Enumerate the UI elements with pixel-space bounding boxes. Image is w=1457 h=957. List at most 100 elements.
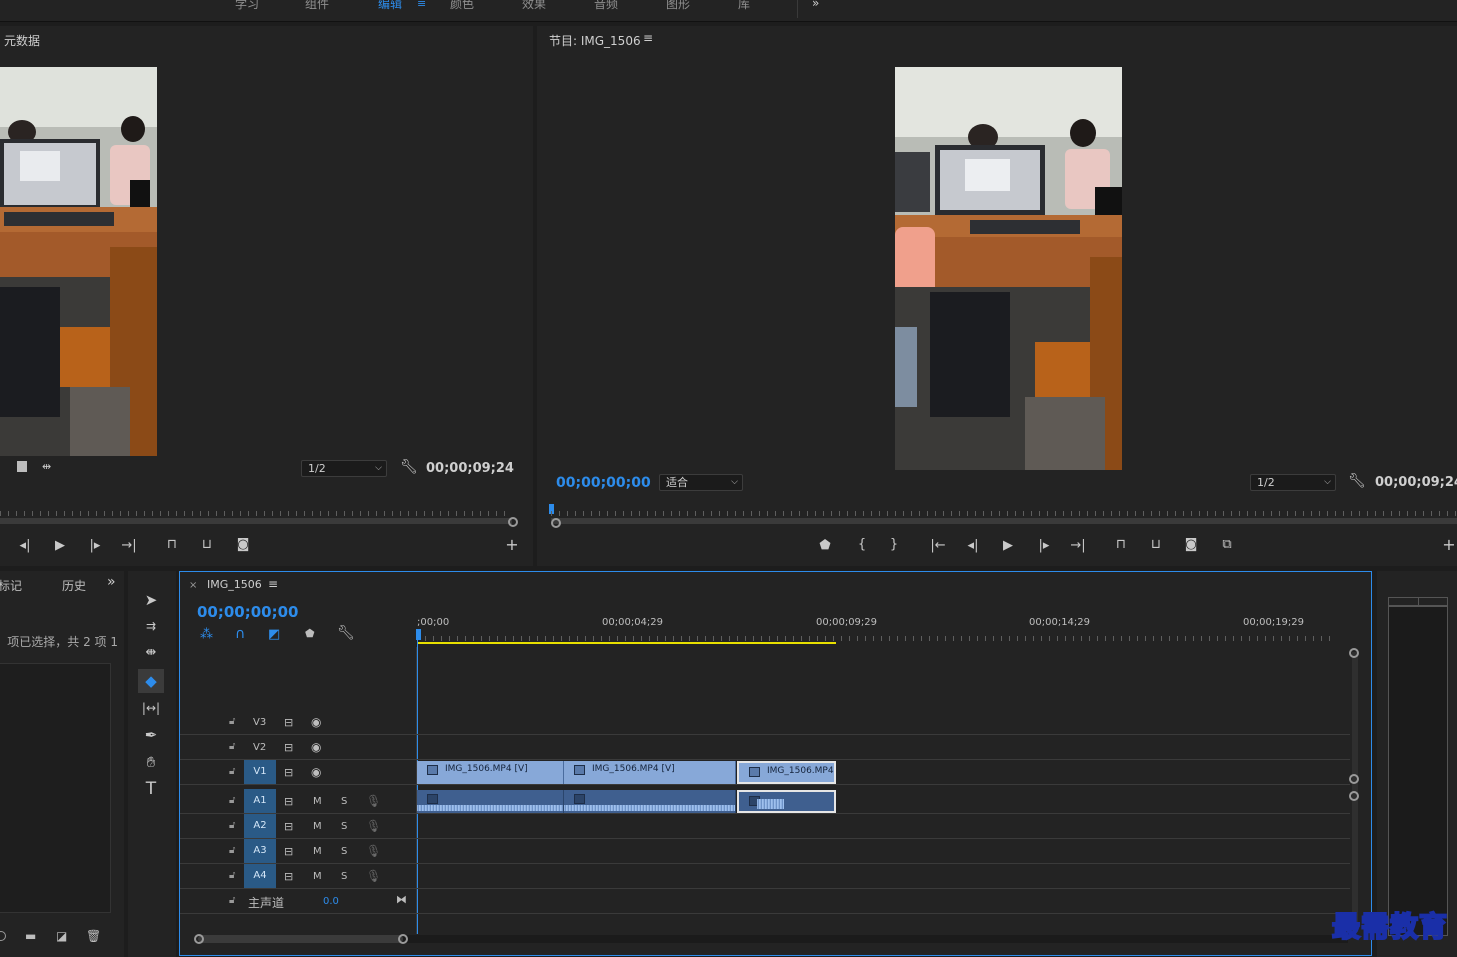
solo-button[interactable]: S	[341, 846, 347, 857]
program-panel-title[interactable]: 节目: IMG_1506	[549, 32, 641, 49]
trash-icon[interactable]: 🗑︎	[86, 929, 101, 943]
nest-icon[interactable]: ⁂	[200, 627, 213, 642]
eye-icon[interactable]: ◉	[311, 715, 321, 729]
workspace-editing[interactable]: 编辑	[378, 0, 402, 12]
add-button-icon[interactable]: +	[1440, 537, 1457, 553]
video-clip-3-selected[interactable]: IMG_1506.MP4	[737, 761, 836, 784]
sync-lock-icon[interactable]: ⊟	[284, 716, 293, 729]
source-zoom-bar[interactable]	[0, 518, 512, 524]
track-a2[interactable]: 🔓︎ A2 ⊟ M S 🎙︎	[180, 814, 1350, 839]
track-label-v3[interactable]: V3	[253, 717, 266, 728]
program-time-ruler[interactable]	[551, 504, 1457, 518]
sync-lock-icon[interactable]: ⊟	[284, 870, 293, 883]
workspace-learn[interactable]: 学习	[235, 0, 259, 12]
project-list[interactable]	[0, 663, 111, 913]
lock-icon[interactable]: 🔓︎	[229, 895, 235, 906]
program-current-timecode[interactable]: 00;00;00;00	[556, 475, 651, 491]
sync-lock-icon[interactable]: ⊟	[284, 741, 293, 754]
eye-icon[interactable]: ◉	[311, 740, 321, 754]
go-to-out-icon[interactable]: →|	[1069, 539, 1087, 553]
audio-clip-3-selected[interactable]	[737, 790, 836, 813]
track-label-v1[interactable]: V1	[244, 760, 276, 784]
lock-icon[interactable]: 🔓︎	[229, 870, 235, 881]
folder-icon[interactable]: ▬	[25, 929, 36, 943]
mute-button[interactable]: M	[313, 871, 322, 882]
add-marker-icon[interactable]: ⬟	[305, 627, 315, 640]
track-label-v2[interactable]: V2	[253, 742, 266, 753]
new-item-icon[interactable]: ◪	[56, 929, 67, 943]
panel-overflow-icon[interactable]: »	[107, 574, 116, 590]
camera-icon[interactable]: ◙	[234, 538, 252, 552]
work-area-bar[interactable]	[417, 642, 836, 644]
add-button-icon[interactable]: +	[503, 537, 521, 553]
add-marker-icon[interactable]: ⬟	[816, 539, 834, 553]
scroll-handle-audio[interactable]	[1349, 791, 1359, 801]
source-zoom-handle[interactable]	[508, 517, 518, 527]
eye-icon[interactable]: ◉	[311, 765, 321, 779]
lock-icon[interactable]: 🔓︎	[229, 795, 235, 806]
workspace-audio[interactable]: 音频	[594, 0, 618, 12]
microphone-icon[interactable]: 🎙︎	[366, 869, 381, 883]
step-back-icon[interactable]: ◂|	[16, 539, 34, 553]
track-label-a3[interactable]: A3	[244, 839, 276, 863]
zoom-handle-left[interactable]	[194, 934, 204, 944]
panel-menu-icon[interactable]: ≡	[268, 577, 278, 591]
track-v3[interactable]: 🔓︎ V3 ⊟ ◉	[180, 710, 1350, 735]
extract-icon[interactable]: ⊔	[1147, 538, 1165, 552]
audio-clip-1[interactable]	[417, 790, 564, 813]
solo-button[interactable]: S	[341, 871, 347, 882]
track-a4[interactable]: 🔓︎ A4 ⊟ M S 🎙︎	[180, 864, 1350, 889]
mark-out-icon[interactable]: }	[885, 538, 903, 552]
fit-select[interactable]: 适合 ⌵	[659, 474, 743, 491]
selection-tool-icon[interactable]: ➤	[138, 588, 164, 612]
timeline-current-timecode[interactable]: 00;00;00;00	[197, 603, 299, 621]
program-zoom-bar[interactable]	[551, 518, 1457, 524]
lock-icon[interactable]: 🔓︎	[229, 716, 235, 727]
master-volume-value[interactable]: 0.0	[323, 896, 339, 907]
horizontal-scrollbar[interactable]	[198, 935, 403, 943]
step-back-icon[interactable]: ◂|	[964, 539, 982, 553]
workspace-effects[interactable]: 效果	[522, 0, 546, 12]
camera-icon[interactable]: ◙	[1182, 538, 1200, 552]
hand-tool-icon[interactable]: ✋︎	[138, 750, 164, 774]
track-a1[interactable]: 🔓︎ A1 ⊟ M S 🎙︎	[180, 789, 1350, 814]
track-label-a4[interactable]: A4	[244, 864, 276, 888]
scroll-handle-top[interactable]	[1349, 648, 1359, 658]
wrench-icon[interactable]: 🔧︎	[1348, 473, 1366, 489]
drag-video-icon[interactable]: ⇹	[42, 460, 51, 473]
lock-icon[interactable]: 🔓︎	[229, 766, 235, 777]
video-clip-1[interactable]: IMG_1506.MP4 [V]	[417, 761, 564, 784]
sync-lock-icon[interactable]: ⊟	[284, 820, 293, 833]
sync-lock-icon[interactable]: ⊟	[284, 845, 293, 858]
step-forward-icon[interactable]: |▸	[1035, 539, 1053, 553]
tab-markers[interactable]: 标记	[0, 577, 22, 594]
track-select-tool-icon[interactable]: ⇉	[138, 614, 164, 638]
ripple-edit-tool-icon[interactable]: ⇼	[138, 641, 164, 665]
source-time-ruler[interactable]	[0, 504, 512, 518]
program-resolution-select[interactable]: 1/2 ⌵	[1250, 474, 1336, 491]
tab-history[interactable]: 历史	[62, 577, 86, 594]
program-zoom-handle[interactable]	[551, 518, 561, 528]
microphone-icon[interactable]: 🎙︎	[366, 794, 381, 808]
microphone-icon[interactable]: 🎙︎	[366, 819, 381, 833]
slip-tool-icon[interactable]: |↔|	[138, 696, 164, 720]
zoom-handle-right[interactable]	[398, 934, 408, 944]
audio-clip-2[interactable]	[564, 790, 736, 813]
sequence-tab[interactable]: IMG_1506	[207, 578, 262, 591]
sync-lock-icon[interactable]: ⊟	[284, 795, 293, 808]
wrench-icon[interactable]: 🔧︎	[337, 625, 355, 641]
pen-tool-icon[interactable]: ✒	[138, 723, 164, 747]
solo-button[interactable]: S	[341, 796, 347, 807]
workspace-color[interactable]: 颜色	[450, 0, 474, 12]
track-v2[interactable]: 🔓︎ V2 ⊟ ◉	[180, 735, 1350, 760]
snap-magnet-icon[interactable]: ∩	[235, 626, 245, 642]
solo-button[interactable]: S	[341, 821, 347, 832]
step-forward-icon[interactable]: |▸	[86, 539, 104, 553]
play-icon[interactable]: ▶	[999, 539, 1017, 553]
close-icon[interactable]: ×	[189, 580, 197, 591]
source-panel-title[interactable]: 元数据	[4, 32, 40, 49]
overwrite-clip-icon[interactable]: ⊔	[198, 538, 216, 552]
insert-clip-icon[interactable]: ⊓	[163, 538, 181, 552]
master-track-label[interactable]: 主声道	[248, 894, 284, 911]
mute-button[interactable]: M	[313, 796, 322, 807]
